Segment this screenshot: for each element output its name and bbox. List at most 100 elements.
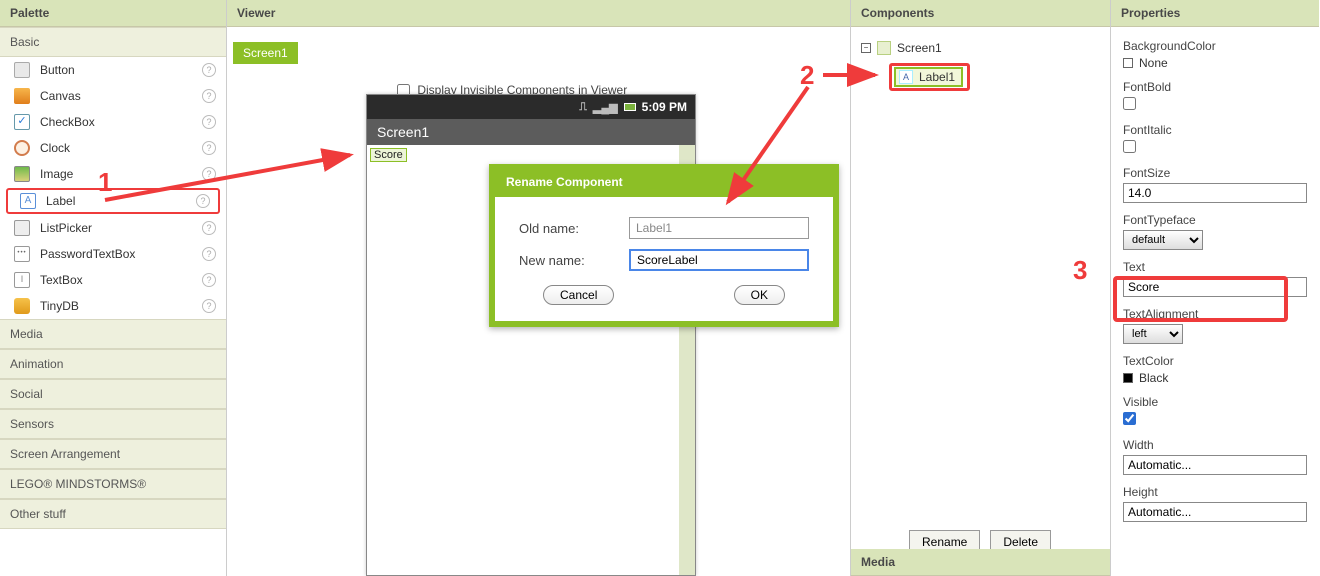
palette-item-label: Canvas — [40, 89, 202, 103]
palette-item-label: Image — [40, 167, 202, 181]
palette-item-textbox[interactable]: I TextBox ? — [0, 267, 226, 293]
palette-item-label: PasswordTextBox — [40, 247, 202, 261]
palette-item-clock[interactable]: Clock ? — [0, 135, 226, 161]
prop-visible-checkbox[interactable] — [1123, 412, 1136, 425]
palette-header: Palette — [0, 0, 226, 27]
color-swatch-black — [1123, 373, 1133, 383]
help-icon[interactable]: ? — [202, 299, 216, 313]
prop-textcolor-text: Black — [1139, 371, 1168, 385]
ok-button[interactable]: OK — [734, 285, 785, 305]
palette-group-screenarr[interactable]: Screen Arrangement — [0, 439, 226, 469]
help-icon[interactable]: ? — [202, 141, 216, 155]
help-icon[interactable]: ? — [202, 115, 216, 129]
help-icon[interactable]: ? — [202, 221, 216, 235]
prop-fontitalic-checkbox[interactable] — [1123, 140, 1136, 153]
help-icon[interactable]: ? — [202, 89, 216, 103]
palette-group-lego[interactable]: LEGO® MINDSTORMS® — [0, 469, 226, 499]
tree-row-screen1[interactable]: − Screen1 — [861, 39, 1100, 57]
palette-item-label: Button — [40, 63, 202, 77]
phone-screen-title: Screen1 — [367, 119, 695, 145]
palette-group-media[interactable]: Media — [0, 319, 226, 349]
prop-height-input[interactable] — [1123, 502, 1307, 522]
palette-item-button[interactable]: Button ? — [0, 57, 226, 83]
prop-textalign-label: TextAlignment — [1123, 307, 1307, 321]
properties-panel: Properties BackgroundColor None FontBold… — [1111, 0, 1319, 576]
network-icon: ⎍ — [579, 101, 587, 114]
selection-highlight: A Label1 — [889, 63, 970, 91]
viewer-header: Viewer — [227, 0, 850, 27]
help-icon[interactable]: ? — [202, 273, 216, 287]
tree-label: Label1 — [919, 70, 955, 84]
prop-width-input[interactable] — [1123, 455, 1307, 475]
palette-item-label: CheckBox — [40, 115, 202, 129]
prop-text-label: Text — [1123, 260, 1307, 274]
prop-width-label: Width — [1123, 438, 1307, 452]
media-header: Media — [851, 549, 1110, 576]
prop-fontsize-input[interactable] — [1123, 183, 1307, 203]
prop-fontsize-label: FontSize — [1123, 166, 1307, 180]
annotation-2: 2 — [800, 60, 814, 91]
help-icon[interactable]: ? — [202, 63, 216, 77]
prop-height-label: Height — [1123, 485, 1307, 499]
battery-icon — [624, 103, 636, 111]
tree-label: Screen1 — [897, 41, 942, 55]
checkbox-icon: ✓ — [14, 114, 30, 130]
prop-text-input[interactable] — [1123, 277, 1307, 297]
old-name-label: Old name: — [519, 221, 629, 236]
prop-backgroundcolor-label: BackgroundColor — [1123, 39, 1307, 53]
prop-textcolor-label: TextColor — [1123, 354, 1307, 368]
help-icon[interactable]: ? — [202, 247, 216, 261]
palette-item-listpicker[interactable]: ListPicker ? — [0, 215, 226, 241]
tree-row-label1[interactable]: A Label1 — [889, 61, 1100, 93]
prop-backgroundcolor-value[interactable]: None — [1123, 56, 1307, 70]
dialog-title: Rename Component — [494, 169, 834, 197]
palette-item-tinydb[interactable]: TinyDB ? — [0, 293, 226, 319]
palette-item-label: Clock — [40, 141, 202, 155]
properties-header: Properties — [1111, 0, 1319, 27]
label-icon: A — [899, 70, 913, 84]
listpicker-icon — [14, 220, 30, 236]
help-icon[interactable]: ? — [202, 167, 216, 181]
help-icon[interactable]: ? — [196, 194, 210, 208]
palette-item-label-text: Label — [46, 194, 196, 208]
prop-textalign-select[interactable]: left — [1123, 324, 1183, 344]
prop-backgroundcolor-text: None — [1139, 56, 1168, 70]
palette-item-image[interactable]: Image ? — [0, 161, 226, 187]
score-label-preview[interactable]: Score — [370, 148, 407, 162]
button-icon — [14, 62, 30, 78]
tree-collapse-icon[interactable]: − — [861, 43, 871, 53]
annotation-3: 3 — [1073, 255, 1087, 286]
palette-group-animation[interactable]: Animation — [0, 349, 226, 379]
palette-group-basic[interactable]: Basic — [0, 27, 226, 57]
components-header: Components — [851, 0, 1110, 27]
old-name-input[interactable] — [629, 217, 809, 239]
palette-item-passwordtextbox[interactable]: ••• PasswordTextBox ? — [0, 241, 226, 267]
cancel-button[interactable]: Cancel — [543, 285, 614, 305]
prop-fonttypeface-select[interactable]: default — [1123, 230, 1203, 250]
palette-item-label[interactable]: A Label ? — [6, 188, 220, 214]
new-name-input[interactable] — [629, 249, 809, 271]
color-swatch-none — [1123, 58, 1133, 68]
prop-fontitalic-label: FontItalic — [1123, 123, 1307, 137]
prop-fontbold-label: FontBold — [1123, 80, 1307, 94]
prop-fontbold-checkbox[interactable] — [1123, 97, 1136, 110]
palette-group-other[interactable]: Other stuff — [0, 499, 226, 529]
palette-item-label: ListPicker — [40, 221, 202, 235]
image-icon — [14, 166, 30, 182]
palette-item-label: TextBox — [40, 273, 202, 287]
phone-time: 5:09 PM — [642, 100, 687, 114]
palette-item-checkbox[interactable]: ✓ CheckBox ? — [0, 109, 226, 135]
canvas-icon — [14, 88, 30, 104]
password-icon: ••• — [14, 246, 30, 262]
clock-icon — [14, 140, 30, 156]
signal-icon: ▂▄▆ — [593, 101, 618, 114]
phone-status-bar: ⎍ ▂▄▆ 5:09 PM — [367, 95, 695, 119]
palette-item-label: TinyDB — [40, 299, 202, 313]
components-panel: Components − Screen1 A Label1 Rename Del… — [851, 0, 1111, 576]
palette-item-canvas[interactable]: Canvas ? — [0, 83, 226, 109]
prop-textcolor-value[interactable]: Black — [1123, 371, 1307, 385]
palette-panel: Palette Basic Button ? Canvas ? ✓ CheckB… — [0, 0, 227, 576]
palette-group-social[interactable]: Social — [0, 379, 226, 409]
screen-selector[interactable]: Screen1 — [233, 42, 298, 64]
palette-group-sensors[interactable]: Sensors — [0, 409, 226, 439]
